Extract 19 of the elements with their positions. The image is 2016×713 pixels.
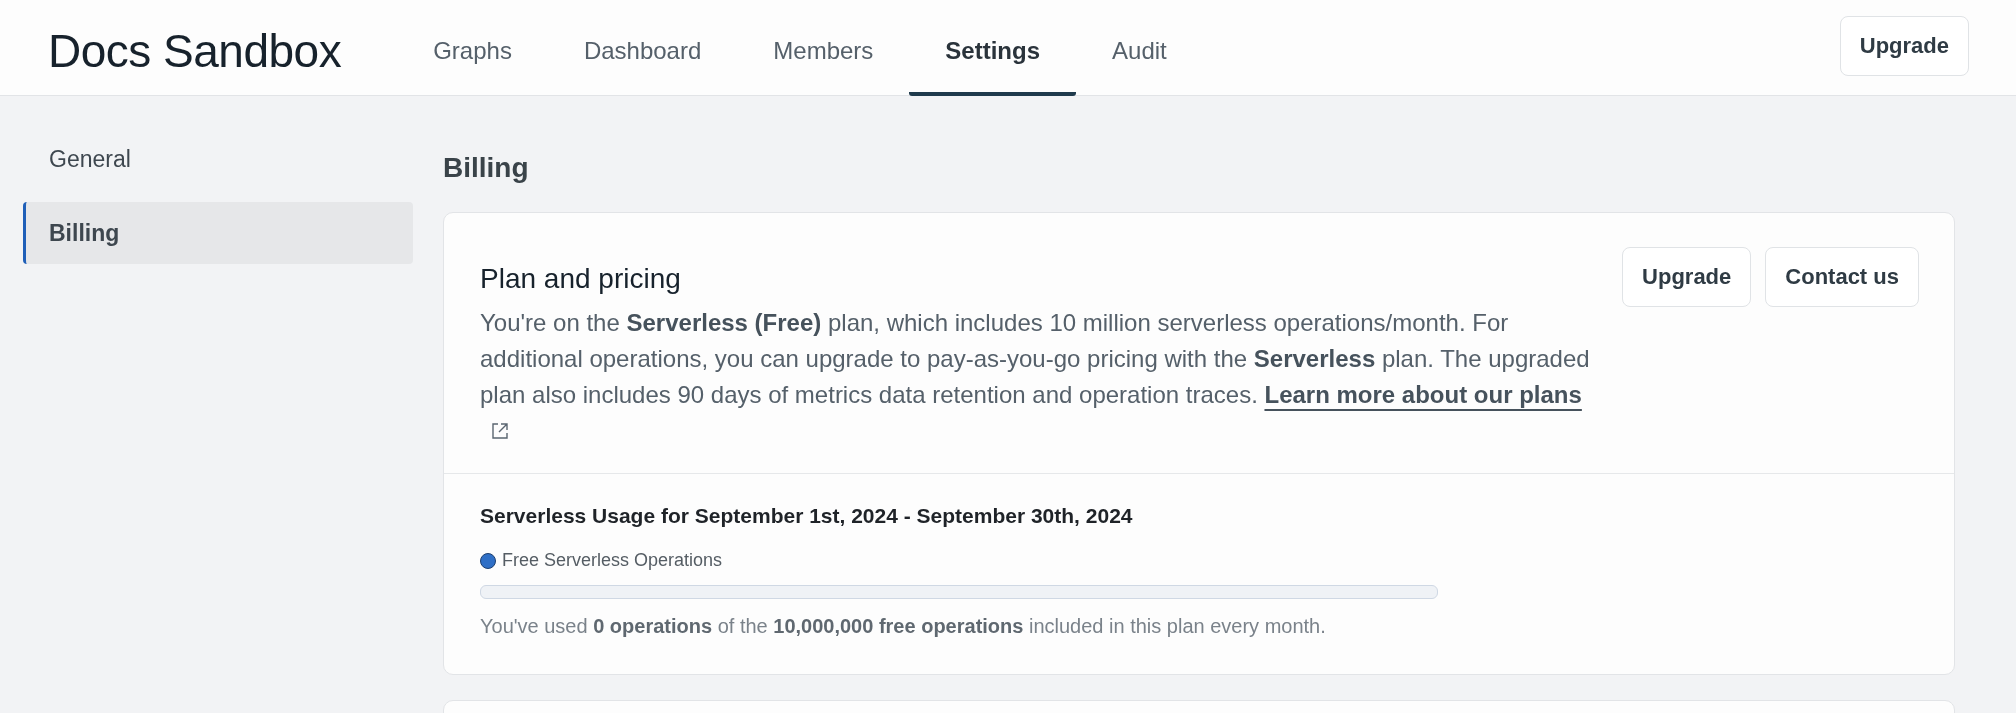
usage-title: Serverless Usage for September 1st, 2024 - September 30th, 2024 — [480, 504, 1134, 528]
nav-tab[interactable]: Graphs — [397, 9, 548, 96]
usage-note: You've used 0 operations of the 10,000,000 free operations included in this plan every month. — [480, 615, 1327, 638]
learn-more-link[interactable]: Learn more about our plans — [1264, 381, 1582, 408]
upgrade-button[interactable]: Upgrade — [1839, 15, 1969, 76]
app-logo: Docs Sandbox — [48, 23, 342, 78]
nav-tab[interactable]: Members — [737, 9, 910, 96]
card-title: Plan and pricing — [480, 263, 682, 295]
sidebar-item[interactable]: General — [23, 128, 413, 190]
legend-label: Free Serverless Operations — [502, 550, 723, 571]
nav-tab[interactable]: Audit — [1076, 9, 1203, 96]
nav-tab[interactable]: Settings — [909, 9, 1077, 96]
external-link-icon — [490, 421, 510, 441]
page-title: Billing — [443, 152, 530, 184]
plan-description: You're on the Serverless (Free) plan, which includes 10 million serverless operations/month. For additional operations, you can upgrade to pay-as-you-go pricing with the Serverless plan. The upgraded plan also includes 90 days of metrics data retention and operation traces. Learn more about our plans — [480, 305, 1590, 449]
sidebar-item[interactable]: Billing — [23, 202, 413, 264]
card-button[interactable]: Contact us — [1765, 247, 1919, 307]
nav-tab[interactable]: Dashboard — [547, 9, 738, 96]
card-button[interactable]: Upgrade — [1622, 247, 1752, 307]
